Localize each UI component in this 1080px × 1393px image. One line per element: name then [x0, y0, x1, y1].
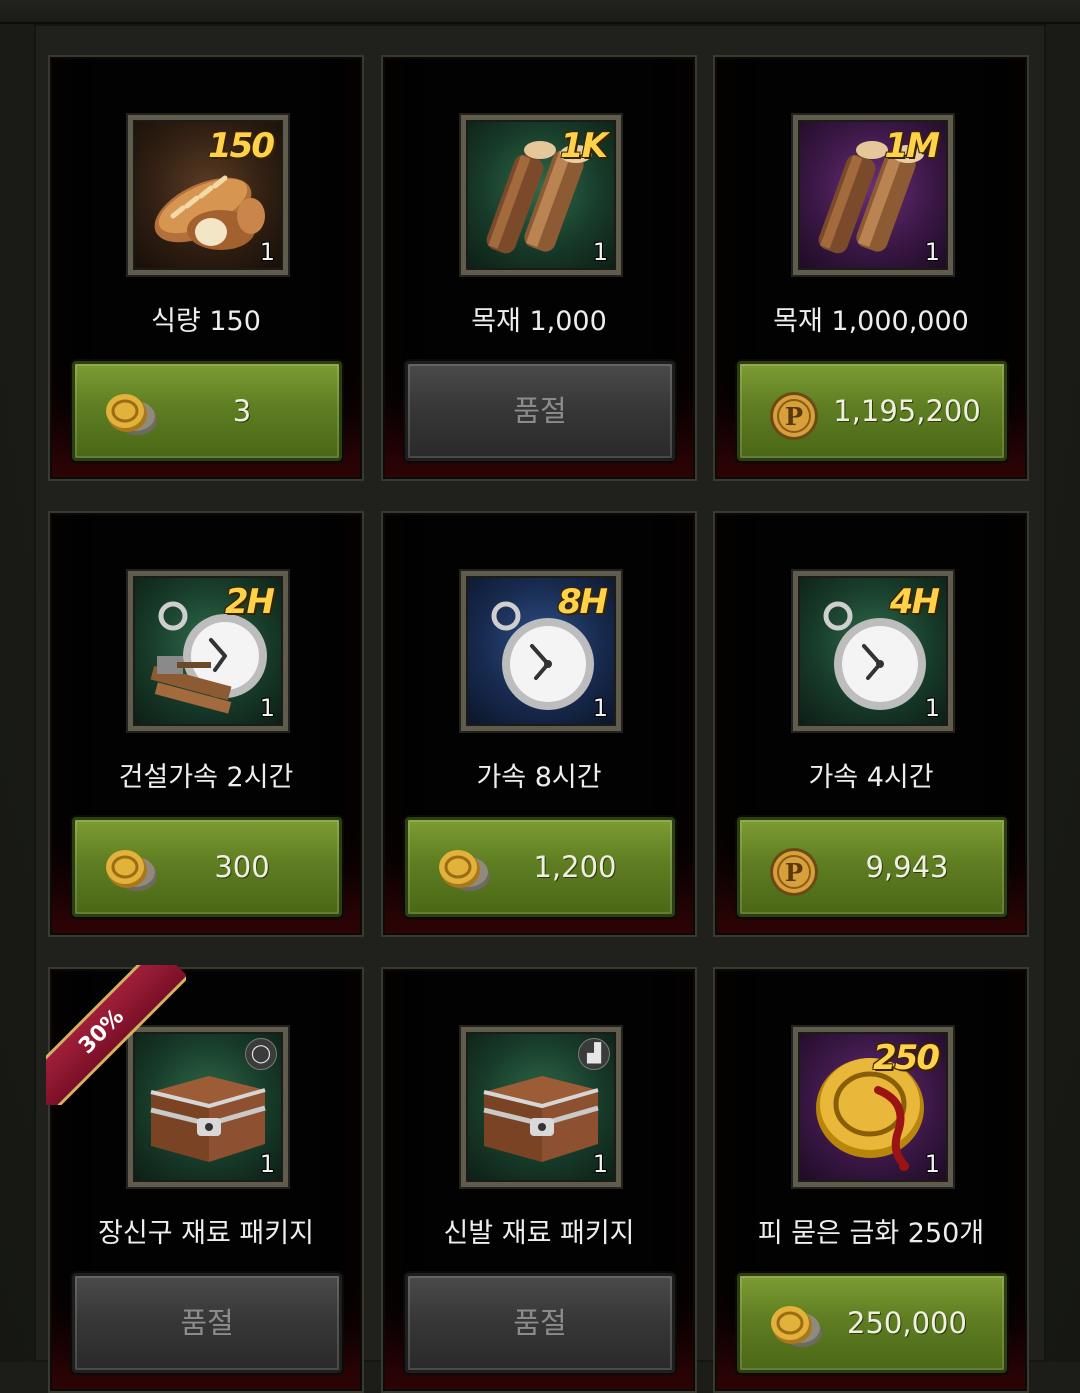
- shop-item-card[interactable]: 8H 1 가속 8시간 1,200: [381, 511, 697, 937]
- item-icon-frame: 250 1: [791, 1025, 955, 1189]
- item-icon-frame: 1K 1: [459, 113, 623, 277]
- price-label: 3: [232, 394, 252, 428]
- item-name: 목재 1,000,000: [773, 306, 969, 337]
- item-name: 식량 150: [151, 306, 261, 337]
- gold-coins-icon: [436, 846, 494, 898]
- gold-coins-icon: [768, 1302, 826, 1354]
- buy-button[interactable]: 300: [72, 817, 342, 917]
- item-quantity: 1: [924, 694, 940, 722]
- item-quantity: 1: [259, 1150, 275, 1178]
- buy-button[interactable]: 3: [72, 361, 342, 461]
- item-icon-frame: ▟ 1: [459, 1025, 623, 1189]
- gold-coins-icon: [103, 846, 161, 898]
- p-coin-icon: P: [768, 846, 820, 902]
- buy-button[interactable]: 250,000: [737, 1273, 1007, 1373]
- shop-item-card[interactable]: 250 1 피 묻은 금화 250개 250,000: [713, 967, 1029, 1393]
- item-amount-badge: 150: [208, 126, 275, 166]
- boot-icon: ▟: [578, 1038, 610, 1070]
- shop-item-card[interactable]: 1K 1 목재 1,000 품절: [381, 55, 697, 481]
- item-icon-frame: 8H 1: [459, 569, 623, 733]
- item-icon-frame: 4H 1: [791, 569, 955, 733]
- sold-out-button: 품절: [405, 361, 675, 461]
- item-amount-badge: 2H: [224, 582, 275, 622]
- item-quantity: 1: [924, 238, 940, 266]
- p-coin-icon: P: [768, 390, 820, 446]
- item-amount-badge: 1M: [884, 126, 940, 166]
- sold-out-label: 품절: [180, 1306, 234, 1340]
- item-name: 목재 1,000: [471, 306, 607, 337]
- item-icon-frame: ◯ 1: [126, 1025, 290, 1189]
- item-name: 장신구 재료 패키지: [98, 1218, 314, 1249]
- sold-out-label: 품절: [513, 394, 567, 428]
- price-label: 9,943: [865, 850, 949, 884]
- price-label: 300: [214, 850, 270, 884]
- shop-item-card[interactable]: 150 1 식량 150 3: [48, 55, 364, 481]
- svg-text:P: P: [785, 858, 803, 887]
- shop-item-card[interactable]: 4H 1 가속 4시간 P 9,943: [713, 511, 1029, 937]
- item-amount-badge: 4H: [889, 582, 940, 622]
- shop-frame: 150 1 식량 150 3 1K 1 목재 1,000 품절 1M 1 목재 …: [0, 0, 1080, 1393]
- shop-item-card[interactable]: 1M 1 목재 1,000,000 P 1,195,200: [713, 55, 1029, 481]
- item-quantity: 1: [259, 238, 275, 266]
- buy-button[interactable]: P 1,195,200: [737, 361, 1007, 461]
- sold-out-button: 품절: [405, 1273, 675, 1373]
- svg-text:P: P: [785, 402, 803, 431]
- sold-out-label: 품절: [513, 1306, 567, 1340]
- shop-item-card[interactable]: ◯ 1 장신구 재료 패키지 품절 30%: [46, 965, 364, 1393]
- item-amount-badge: 250: [873, 1038, 940, 1078]
- item-amount-badge: 1K: [559, 126, 608, 166]
- shop-item-card[interactable]: ▟ 1 신발 재료 패키지 품절: [381, 967, 697, 1393]
- buy-button[interactable]: 1,200: [405, 817, 675, 917]
- item-amount-badge: 8H: [557, 582, 608, 622]
- price-label: 1,195,200: [833, 394, 981, 428]
- gold-coins-icon: [103, 390, 161, 442]
- item-name: 가속 4시간: [808, 762, 934, 793]
- item-grid: 150 1 식량 150 3 1K 1 목재 1,000 품절 1M 1 목재 …: [46, 55, 1032, 1393]
- item-name: 건설가속 2시간: [118, 762, 294, 793]
- top-bar: [0, 0, 1080, 24]
- item-icon-frame: 1M 1: [791, 113, 955, 277]
- item-quantity: 1: [259, 694, 275, 722]
- item-icon-frame: 150 1: [126, 113, 290, 277]
- price-label: 1,200: [533, 850, 617, 884]
- shop-item-card[interactable]: 2H 1 건설가속 2시간 300: [48, 511, 364, 937]
- ring-icon: ◯: [245, 1038, 277, 1070]
- item-quantity: 1: [592, 1150, 608, 1178]
- price-label: 250,000: [847, 1306, 967, 1340]
- item-quantity: 1: [592, 238, 608, 266]
- sold-out-button: 품절: [72, 1273, 342, 1373]
- item-name: 피 묻은 금화 250개: [757, 1218, 985, 1249]
- item-name: 가속 8시간: [476, 762, 602, 793]
- item-quantity: 1: [924, 1150, 940, 1178]
- buy-button[interactable]: P 9,943: [737, 817, 1007, 917]
- item-icon-frame: 2H 1: [126, 569, 290, 733]
- item-name: 신발 재료 패키지: [443, 1218, 635, 1249]
- item-quantity: 1: [592, 694, 608, 722]
